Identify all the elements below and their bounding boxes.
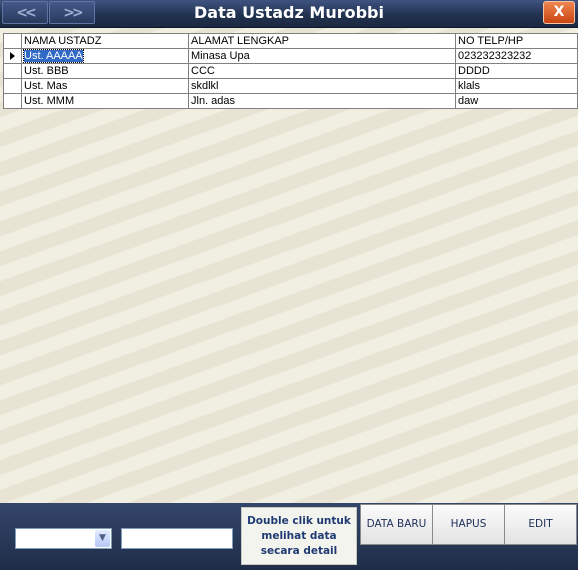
- double-click-hint: Double clik untuk melihat data secara de…: [241, 507, 357, 565]
- ustadz-grid[interactable]: NAMA USTADZ ALAMAT LENGKAP NO TELP/HP Us…: [3, 33, 578, 109]
- cell-alamat[interactable]: Jln. adas: [188, 93, 456, 109]
- hint-line-2: melihat data: [261, 530, 337, 542]
- search-field-combo[interactable]: ▼: [15, 528, 112, 549]
- bottom-toolbar: ▼ Double clik untuk melihat data secara …: [0, 503, 578, 570]
- nav-next-button[interactable]: >>: [49, 1, 95, 24]
- double-chevron-left-icon: <<: [16, 5, 37, 21]
- current-row-arrow-icon: [10, 52, 15, 61]
- column-header-telp[interactable]: NO TELP/HP: [455, 33, 578, 49]
- cell-alamat[interactable]: Minasa Upa: [188, 48, 456, 64]
- cell-telp[interactable]: DDDD: [455, 63, 578, 79]
- row-indicator[interactable]: [3, 78, 22, 94]
- cell-nama[interactable]: Ust. AAAAA: [21, 48, 189, 64]
- cell-alamat[interactable]: CCC: [188, 63, 456, 79]
- cell-alamat[interactable]: skdlkl: [188, 78, 456, 94]
- table-row[interactable]: Ust. AAAAA Minasa Upa 023232323232: [3, 48, 578, 64]
- table-row[interactable]: Ust. MMM Jln. adas daw: [3, 93, 578, 109]
- search-input[interactable]: [121, 528, 233, 549]
- cell-telp[interactable]: daw: [455, 93, 578, 109]
- chevron-down-icon[interactable]: ▼: [95, 530, 110, 547]
- cell-telp[interactable]: 023232323232: [455, 48, 578, 64]
- edit-button[interactable]: EDIT: [504, 504, 577, 545]
- row-indicator[interactable]: [3, 63, 22, 79]
- selected-cell-text: Ust. AAAAA: [23, 49, 84, 63]
- grid-header-row: NAMA USTADZ ALAMAT LENGKAP NO TELP/HP: [3, 33, 578, 49]
- main-panel: NAMA USTADZ ALAMAT LENGKAP NO TELP/HP Us…: [0, 28, 578, 503]
- delete-button[interactable]: HAPUS: [432, 504, 505, 545]
- title-bar: Data Ustadz Murobbi << >> X: [0, 0, 578, 28]
- double-chevron-right-icon: >>: [63, 5, 84, 21]
- cell-nama[interactable]: Ust. MMM: [21, 93, 189, 109]
- column-header-nama[interactable]: NAMA USTADZ: [21, 33, 189, 49]
- hint-line-1: Double clik untuk: [247, 515, 351, 527]
- nav-prev-button[interactable]: <<: [2, 1, 48, 24]
- close-icon: X: [553, 4, 565, 20]
- cell-nama[interactable]: Ust. BBB: [21, 63, 189, 79]
- row-indicator[interactable]: [3, 93, 22, 109]
- table-row[interactable]: Ust. Mas skdlkl klals: [3, 78, 578, 94]
- cell-telp[interactable]: klals: [455, 78, 578, 94]
- close-button[interactable]: X: [543, 1, 575, 24]
- row-indicator[interactable]: [3, 48, 22, 64]
- cell-nama[interactable]: Ust. Mas: [21, 78, 189, 94]
- column-header-alamat[interactable]: ALAMAT LENGKAP: [188, 33, 456, 49]
- row-indicator-header: [3, 33, 22, 49]
- hint-line-3: secara detail: [260, 545, 338, 557]
- new-data-button[interactable]: DATA BARU: [360, 504, 433, 545]
- table-row[interactable]: Ust. BBB CCC DDDD: [3, 63, 578, 79]
